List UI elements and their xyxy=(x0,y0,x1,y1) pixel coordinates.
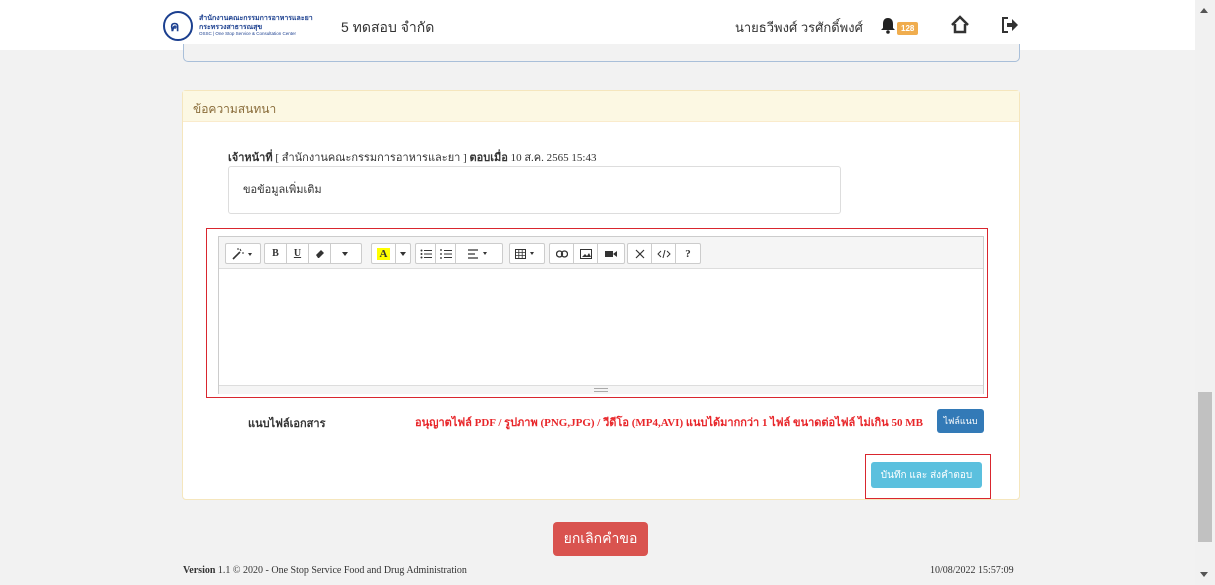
table-button[interactable] xyxy=(510,244,544,263)
message-text: ขอข้อมูลเพิ่มเติม xyxy=(243,184,322,196)
magic-wand-icon xyxy=(232,247,252,260)
link-icon xyxy=(555,249,568,258)
fda-logo[interactable]: ค สำนักงานคณะกรรมการอาหารและยา กระทรวงสา… xyxy=(163,11,333,43)
paragraph-group xyxy=(415,243,503,264)
cancel-request-button[interactable]: ยกเลิกคำขอ xyxy=(553,522,648,556)
attach-note: อนุญาตไฟล์ PDF / รูปภาพ (PNG,JPG) / วีดี… xyxy=(415,417,923,429)
eraser-icon xyxy=(315,249,324,258)
font-style-group: B U xyxy=(264,243,362,264)
scroll-up-arrow-icon[interactable] xyxy=(1200,8,1208,13)
save-and-reply-button[interactable]: บันทึก และ ส่งคำตอบ xyxy=(871,462,982,488)
color-group: A xyxy=(371,243,411,264)
fullscreen-button[interactable] xyxy=(628,244,652,263)
font-dropdown-button[interactable] xyxy=(331,244,359,263)
logo-line3: OSSC | One Stop Service & Consultation C… xyxy=(199,31,296,36)
help-button[interactable]: ? xyxy=(676,244,700,263)
unordered-list-icon xyxy=(420,249,432,258)
image-icon xyxy=(579,248,592,259)
user-name[interactable]: นายธวีพงศ์ วรศักดิ์พงศ์ xyxy=(735,17,863,38)
attach-label: แนบไฟล์เอกสาร xyxy=(248,418,326,430)
align-left-icon xyxy=(468,248,487,259)
footer-datetime: 10/08/2022 15:57:09 xyxy=(930,565,1014,576)
video-button[interactable] xyxy=(598,244,624,263)
editor-resize-handle[interactable] xyxy=(219,385,983,394)
version-text: 1.1 © 2020 - One Stop Service Food and D… xyxy=(215,565,467,576)
bell-icon[interactable] xyxy=(879,16,897,34)
header-bar: ค สำนักงานคณะกรรมการอาหารและยา กระทรวงสา… xyxy=(0,0,1195,50)
image-button[interactable] xyxy=(574,244,598,263)
link-button[interactable] xyxy=(550,244,574,263)
unordered-list-button[interactable] xyxy=(416,244,436,263)
logout-icon[interactable] xyxy=(1000,15,1020,35)
insert-group xyxy=(549,243,625,264)
panel-header: ข้อความสนทนา xyxy=(183,91,1019,122)
table-group xyxy=(509,243,545,264)
caret-down-icon xyxy=(342,251,348,256)
code-icon xyxy=(656,249,671,258)
scroll-down-arrow-icon[interactable] xyxy=(1200,572,1208,577)
page: ค สำนักงานคณะกรรมการอาหารและยา กระทรวงสา… xyxy=(0,0,1195,585)
fullscreen-icon xyxy=(635,249,644,258)
font-color-button[interactable]: A xyxy=(372,244,396,263)
scroll-thumb[interactable] xyxy=(1198,392,1212,542)
notification-badge[interactable]: 128 xyxy=(897,22,919,35)
caret-down-icon xyxy=(400,251,406,256)
panel-title: ข้อความสนทนา xyxy=(193,102,277,116)
eraser-button[interactable] xyxy=(309,244,331,263)
fda-emblem-icon: ค xyxy=(163,11,193,41)
version-label: Version xyxy=(183,565,216,576)
video-icon xyxy=(605,250,617,257)
editor-toolbar: B U A ? xyxy=(219,237,983,269)
message-date: 10 ส.ค. 2565 15:43 xyxy=(507,152,597,164)
message-header: เจ้าหน้าที่ [ สำนักงานคณะกรรมการอาหารและ… xyxy=(228,148,596,166)
align-dropdown-button[interactable] xyxy=(456,244,502,263)
bold-button[interactable]: B xyxy=(265,244,287,263)
style-group xyxy=(225,243,261,264)
underline-button[interactable]: U xyxy=(287,244,309,263)
reply-label: ตอบเมื่อ xyxy=(469,152,508,164)
rich-text-editor: B U A ? xyxy=(218,236,984,394)
magic-wand-style-button[interactable] xyxy=(226,244,260,263)
ordered-list-icon xyxy=(439,248,452,259)
home-icon[interactable] xyxy=(950,15,970,35)
message-org: [ สำนักงานคณะกรรมการอาหารและยา ] xyxy=(272,152,470,164)
table-icon xyxy=(515,248,534,259)
previous-section-card xyxy=(183,44,1020,62)
vertical-scrollbar[interactable] xyxy=(1195,0,1215,585)
grip-icon xyxy=(594,388,608,392)
ordered-list-button[interactable] xyxy=(436,244,456,263)
message-box: ขอข้อมูลเพิ่มเติม xyxy=(228,166,841,214)
attach-file-button[interactable]: ไฟล์แนบ xyxy=(937,409,984,433)
footer-version: Version 1.1 © 2020 - One Stop Service Fo… xyxy=(183,565,467,576)
color-dropdown-button[interactable] xyxy=(396,244,410,263)
editor-content-area[interactable] xyxy=(219,269,983,385)
view-group: ? xyxy=(627,243,701,264)
font-color-label: A xyxy=(376,247,391,260)
message-role: เจ้าหน้าที่ xyxy=(228,152,273,164)
code-view-button[interactable] xyxy=(652,244,676,263)
company-name: 5 ทดสอบ จำกัด xyxy=(341,19,435,35)
